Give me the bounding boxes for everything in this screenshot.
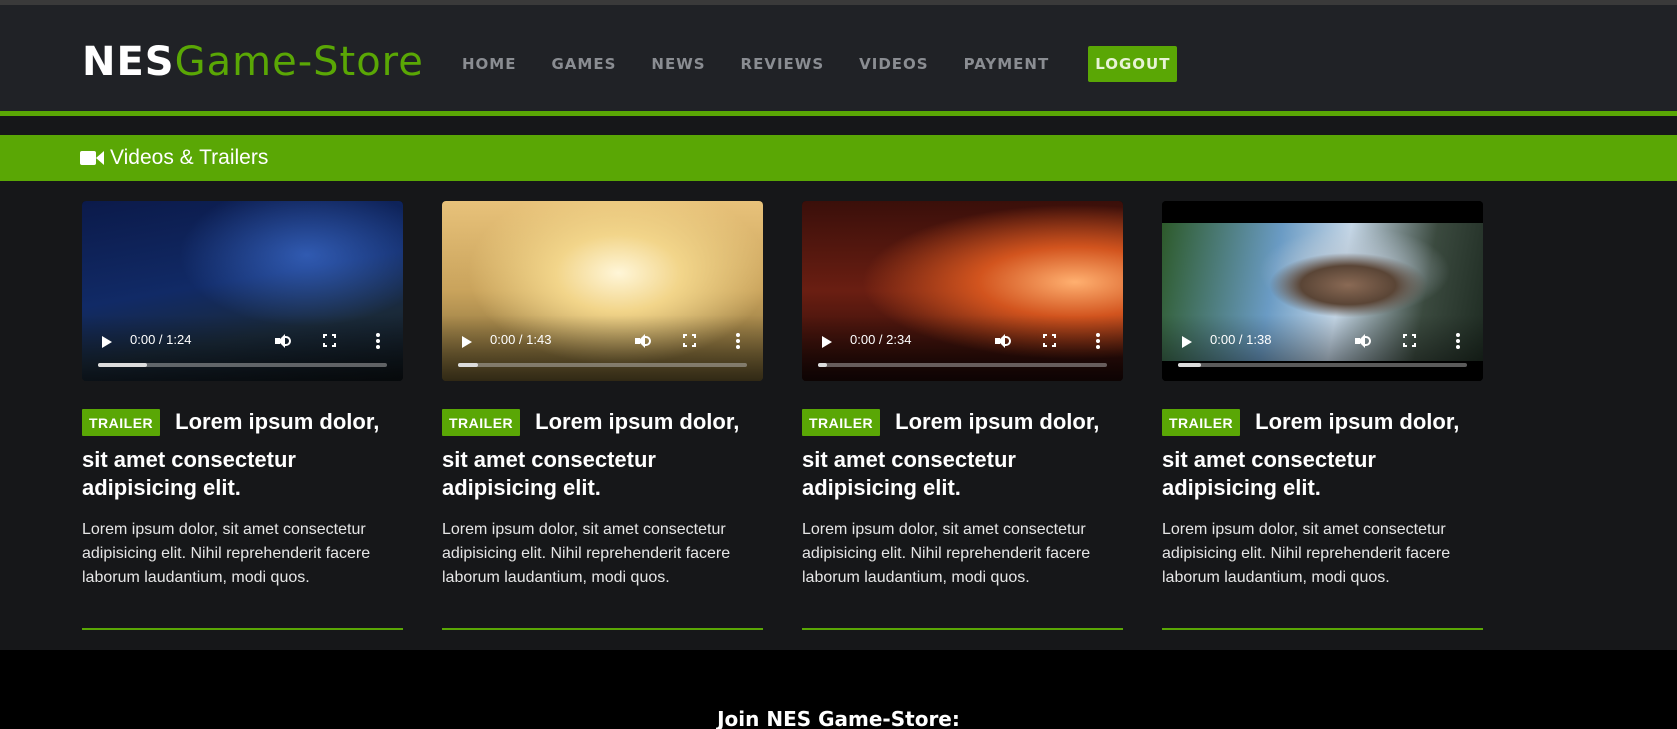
more-options-icon[interactable]	[736, 333, 740, 349]
card-description: Lorem ipsum dolor, sit amet consectetur …	[82, 521, 371, 586]
card-title: TRAILER Lorem ipsum dolor, sit amet conse…	[442, 408, 763, 502]
site-logo[interactable]: NESGame-Store	[82, 37, 424, 87]
fullscreen-icon[interactable]	[1043, 334, 1056, 347]
video-time: 0:00 / 2:34	[850, 332, 912, 347]
play-icon[interactable]	[462, 336, 472, 348]
video-card: 0:00 / 2:34 TRAILER Lorem ipsum dolor, si…	[802, 201, 1123, 630]
video-progress-bar[interactable]	[98, 363, 387, 367]
card-title-rest: sit amet consectetur adipisicing elit.	[1162, 447, 1376, 500]
card-divider	[82, 628, 403, 630]
nav-payment[interactable]: PAYMENT	[964, 55, 1050, 73]
video-time: 0:00 / 1:24	[130, 332, 192, 347]
video-card: 0:00 / 1:43 TRAILER Lorem ipsum dolor, si…	[442, 201, 763, 630]
video-player[interactable]: 0:00 / 1:38	[1162, 201, 1483, 381]
video-progress-bar[interactable]	[818, 363, 1107, 367]
video-progress-fill	[98, 363, 148, 367]
video-controls: 0:00 / 2:34	[802, 315, 1123, 381]
fullscreen-icon[interactable]	[323, 334, 336, 347]
trailer-badge: TRAILER	[802, 408, 881, 436]
fullscreen-icon[interactable]	[1403, 334, 1416, 347]
logo-text-game-store: Game-Store	[174, 39, 424, 85]
card-description: Lorem ipsum dolor, sit amet consectetur …	[1162, 521, 1451, 586]
card-divider	[1162, 628, 1483, 630]
play-icon[interactable]	[822, 336, 832, 348]
fullscreen-icon[interactable]	[683, 334, 696, 347]
video-progress-fill	[1178, 363, 1202, 367]
video-progress-bar[interactable]	[458, 363, 747, 367]
card-title: TRAILER Lorem ipsum dolor, sit amet conse…	[802, 408, 1123, 502]
volume-icon[interactable]	[635, 334, 651, 348]
trailer-badge: TRAILER	[442, 408, 521, 436]
logout-button[interactable]: LOGOUT	[1088, 46, 1178, 82]
section-header-bar: Videos & Trailers	[0, 135, 1677, 181]
nav-videos[interactable]: VIDEOS	[859, 55, 928, 73]
card-title-first: Lorem ipsum dolor,	[895, 409, 1100, 434]
more-options-icon[interactable]	[1096, 333, 1100, 349]
volume-icon[interactable]	[995, 334, 1011, 348]
card-title: TRAILER Lorem ipsum dolor, sit amet conse…	[82, 408, 403, 502]
site-header: NESGame-Store HOME GAMES NEWS REVIEWS VI…	[0, 5, 1677, 111]
video-progress-fill	[818, 363, 827, 367]
play-icon[interactable]	[102, 336, 112, 348]
video-player[interactable]: 0:00 / 2:34	[802, 201, 1123, 381]
volume-icon[interactable]	[1355, 334, 1371, 348]
nav-reviews[interactable]: REVIEWS	[741, 55, 825, 73]
section-title: Videos & Trailers	[80, 146, 268, 170]
video-camera-icon	[80, 150, 104, 166]
section-title-text: Videos & Trailers	[110, 146, 269, 169]
header-spacer	[0, 116, 1677, 135]
card-title-rest: sit amet consectetur adipisicing elit.	[442, 447, 656, 500]
site-footer: Join NES Game-Store:	[0, 650, 1677, 729]
video-card: 0:00 / 1:24 TRAILER Lorem ipsum dolor, si…	[82, 201, 403, 630]
trailer-badge: TRAILER	[82, 408, 161, 436]
video-controls: 0:00 / 1:43	[442, 315, 763, 381]
card-title-first: Lorem ipsum dolor,	[1255, 409, 1460, 434]
card-title-first: Lorem ipsum dolor,	[535, 409, 740, 434]
nav-home[interactable]: HOME	[462, 55, 516, 73]
more-options-icon[interactable]	[376, 333, 380, 349]
nav-news[interactable]: NEWS	[651, 55, 705, 73]
volume-icon[interactable]	[275, 334, 291, 348]
video-progress-fill	[458, 363, 479, 367]
video-player[interactable]: 0:00 / 1:43	[442, 201, 763, 381]
play-icon[interactable]	[1182, 336, 1192, 348]
card-divider	[802, 628, 1123, 630]
card-title-rest: sit amet consectetur adipisicing elit.	[802, 447, 1016, 500]
card-title-first: Lorem ipsum dolor,	[175, 409, 380, 434]
trailer-badge: TRAILER	[1162, 408, 1241, 436]
card-description: Lorem ipsum dolor, sit amet consectetur …	[442, 521, 731, 586]
logo-text-nes: NES	[82, 39, 175, 85]
card-description: Lorem ipsum dolor, sit amet consectetur …	[802, 521, 1091, 586]
more-options-icon[interactable]	[1456, 333, 1460, 349]
video-progress-bar[interactable]	[1178, 363, 1467, 367]
main-nav: HOME GAMES NEWS REVIEWS VIDEOS PAYMENT L…	[462, 45, 1212, 83]
card-title: TRAILER Lorem ipsum dolor, sit amet conse…	[1162, 408, 1483, 502]
video-card: 0:00 / 1:38 TRAILER Lorem ipsum dolor, si…	[1162, 201, 1483, 630]
nav-games[interactable]: GAMES	[551, 55, 616, 73]
card-title-rest: sit amet consectetur adipisicing elit.	[82, 447, 296, 500]
video-player[interactable]: 0:00 / 1:24	[82, 201, 403, 381]
video-time: 0:00 / 1:43	[490, 332, 552, 347]
video-time: 0:00 / 1:38	[1210, 332, 1272, 347]
card-divider	[442, 628, 763, 630]
video-controls: 0:00 / 1:38	[1162, 315, 1483, 381]
footer-join-title: Join NES Game-Store:	[717, 707, 960, 729]
video-controls: 0:00 / 1:24	[82, 315, 403, 381]
